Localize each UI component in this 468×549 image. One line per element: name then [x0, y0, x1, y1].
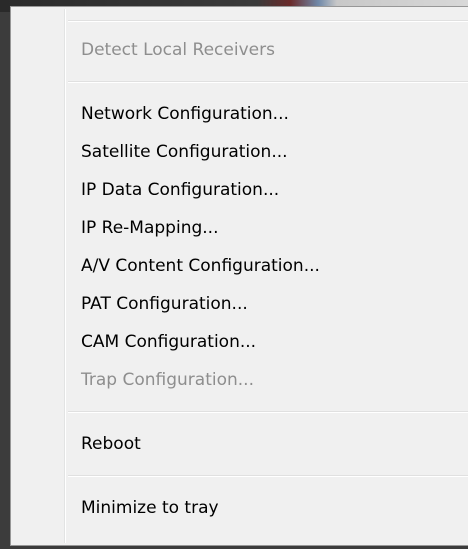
menu-separator	[68, 411, 468, 413]
menu-item-detect-local-receivers[interactable]: Detect Local Receivers	[81, 31, 468, 69]
menu-item-reboot[interactable]: Reboot	[81, 425, 468, 463]
menu-item-pat-configuration[interactable]: PAT Configuration...	[81, 285, 468, 323]
menu-item-trap-configuration[interactable]: Trap Configuration...	[81, 361, 468, 399]
menu-item-av-content-configuration[interactable]: A/V Content Configuration...	[81, 247, 468, 285]
menu-separator	[68, 20, 468, 22]
menu-separator	[68, 475, 468, 477]
menu-icon-gutter	[64, 9, 66, 543]
menu-item-satellite-configuration[interactable]: Satellite Configuration...	[81, 133, 468, 171]
screen: Detect Local Receivers Network Configura…	[0, 0, 468, 549]
menu-item-network-configuration[interactable]: Network Configuration...	[81, 95, 468, 133]
menu-item-minimize-to-tray[interactable]: Minimize to tray	[81, 489, 468, 527]
menu-item-ip-re-mapping[interactable]: IP Re-Mapping...	[81, 209, 468, 247]
menu-separator	[68, 81, 468, 83]
menu-item-cam-configuration[interactable]: CAM Configuration...	[81, 323, 468, 361]
menu-item-ip-data-configuration[interactable]: IP Data Configuration...	[81, 171, 468, 209]
context-menu: Detect Local Receivers Network Configura…	[10, 6, 468, 546]
